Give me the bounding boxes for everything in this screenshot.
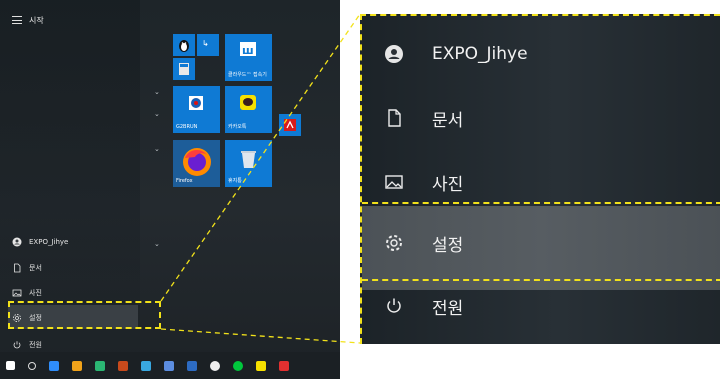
gear-icon	[386, 235, 402, 251]
zoomed-item-account[interactable]: EXPO_Jihye	[384, 34, 528, 74]
taskbar-app-icon[interactable]	[279, 360, 289, 371]
zoomed-item-settings[interactable]: 설정	[384, 223, 463, 263]
chevron-down-icon[interactable]: ⌄	[154, 240, 160, 248]
user-icon	[385, 45, 403, 63]
zoomed-item-power[interactable]: 전원	[384, 286, 463, 326]
tile-recycle-bin[interactable]: 휴지통	[225, 140, 272, 187]
tile-label: G2BRUN	[176, 124, 198, 130]
start-header-title: 시작	[29, 15, 44, 25]
start-menu: 시작 EXPO_Jihye 문서 사진 설정 전원 ⌄ ⌄ ⌄ ⌄ ↳ ш 클라…	[0, 0, 340, 379]
tile-label: 카카오톡	[228, 124, 247, 130]
zoomed-item-label: 사진	[432, 174, 464, 195]
power-icon	[387, 298, 401, 313]
chevron-down-icon[interactable]: ⌄	[154, 88, 160, 96]
nav-item-power[interactable]: 전원	[12, 337, 42, 353]
chevron-down-icon[interactable]: ⌄	[154, 110, 160, 118]
app-tile-acrobat[interactable]	[279, 114, 301, 136]
nav-item-account[interactable]: EXPO_Jihye	[12, 234, 68, 250]
tile-kakaotalk[interactable]: 카카오톡	[225, 86, 272, 133]
tile-firefox[interactable]: Firefox	[173, 140, 220, 187]
sign-in-icon: ↳	[202, 39, 209, 48]
zoomed-menu-panel: EXPO_Jihye 문서 사진 설정 전원	[360, 14, 720, 344]
document-icon	[388, 109, 401, 127]
pictures-icon	[385, 175, 403, 189]
taskbar-app-icon[interactable]	[187, 360, 197, 371]
user-icon	[12, 237, 22, 247]
taskbar-app-icon[interactable]	[72, 360, 82, 371]
tile-label: 휴지통	[228, 178, 242, 184]
settings-highlight-box	[8, 301, 161, 329]
power-icon	[13, 341, 21, 349]
hamburger-icon[interactable]	[12, 16, 22, 24]
zoomed-highlight-border-top	[362, 202, 720, 204]
nav-item-label: 전원	[29, 341, 42, 349]
zoomed-item-pictures[interactable]: 사진	[384, 162, 463, 202]
taskbar	[0, 352, 340, 379]
app-tile[interactable]	[173, 58, 195, 80]
app-tile[interactable]	[173, 34, 195, 56]
nav-item-label: 문서	[29, 264, 42, 272]
tile-g2brun[interactable]: G2BRUN	[173, 86, 220, 133]
taskbar-app-icon[interactable]	[141, 360, 151, 371]
zoomed-item-label: EXPO_Jihye	[432, 44, 528, 64]
zoomed-item-documents[interactable]: 문서	[384, 98, 463, 138]
taskbar-app-icon[interactable]	[233, 360, 243, 371]
taskbar-app-icon[interactable]	[49, 360, 59, 371]
tile-label: Firefox	[176, 178, 193, 184]
acrobat-icon	[284, 119, 296, 131]
tile-label: 클라우드™ 접속기	[228, 72, 267, 78]
zoomed-item-label: 설정	[432, 235, 464, 256]
windows-start-icon[interactable]	[6, 361, 15, 370]
app-tile[interactable]: ↳	[197, 34, 219, 56]
chevron-down-icon[interactable]: ⌄	[154, 145, 160, 153]
zoomed-item-label: 문서	[432, 110, 464, 131]
nav-item-label: 사진	[29, 289, 42, 297]
nav-item-label: EXPO_Jihye	[29, 238, 69, 246]
taskbar-app-icon[interactable]	[118, 360, 128, 371]
taskbar-app-icon[interactable]	[95, 360, 105, 371]
taskbar-app-icon[interactable]	[256, 360, 266, 371]
zoomed-highlight-border-bottom	[362, 279, 720, 281]
calculator-icon	[179, 63, 189, 75]
penguin-icon	[179, 40, 189, 52]
nav-item-documents[interactable]: 문서	[12, 260, 42, 276]
zoomed-item-label: 전원	[432, 298, 464, 319]
document-icon	[14, 263, 21, 273]
start-header[interactable]: 시작	[12, 12, 44, 28]
pictures-icon	[12, 289, 22, 297]
taskbar-app-icon[interactable]	[164, 360, 174, 371]
taskbar-app-icon[interactable]	[210, 360, 220, 371]
search-icon[interactable]	[28, 361, 36, 370]
nav-item-pictures[interactable]: 사진	[12, 285, 42, 301]
tile-cloud-connect[interactable]: ш 클라우드™ 접속기	[225, 34, 272, 81]
svg-text:ш: ш	[242, 44, 254, 57]
